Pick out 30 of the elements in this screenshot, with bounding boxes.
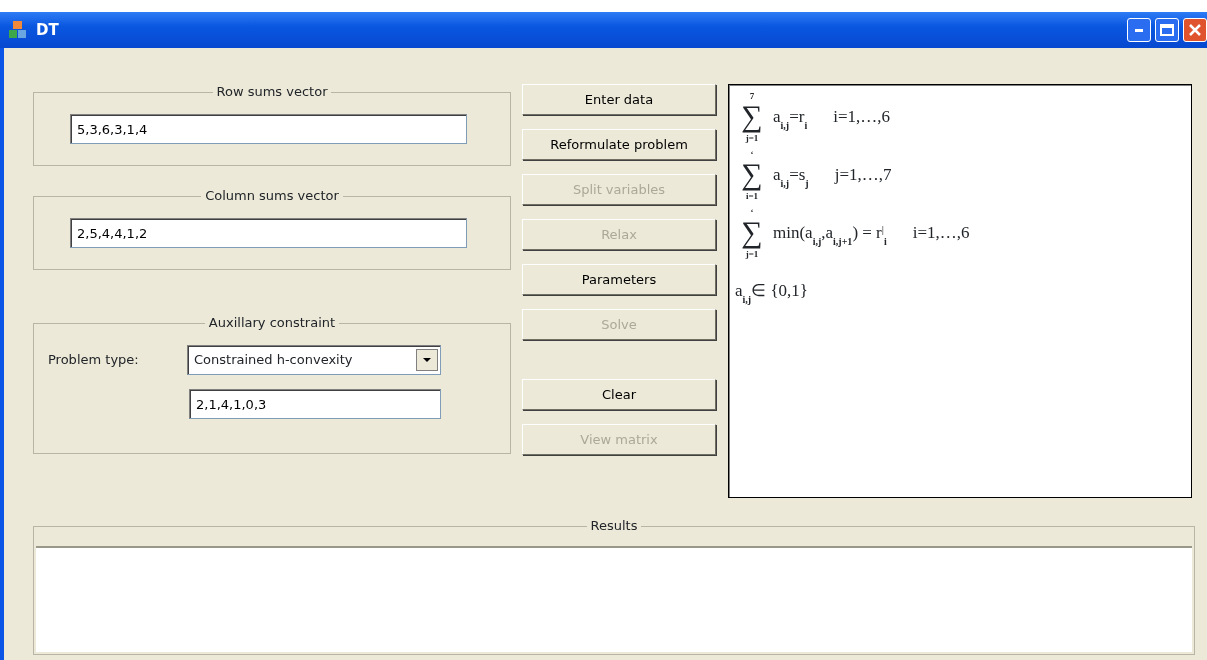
action-button[interactable]: Reformulate problem [522, 129, 716, 160]
index-range: i=1,…,6 [912, 222, 970, 245]
close-button[interactable] [1183, 18, 1207, 42]
text-field[interactable]: 2,5,4,4,1,2 [70, 218, 467, 248]
action-button[interactable]: Clear [522, 379, 716, 410]
action-button[interactable]: Parameters [522, 264, 716, 295]
text-field[interactable]: 5,3,6,3,1,4 [70, 114, 467, 144]
group-legend: Results [586, 518, 642, 534]
formula-text: a$_{i,j}$=s$_{j}$ [773, 164, 809, 188]
dropdown[interactable]: Constrained h-convexity [187, 345, 441, 375]
action-button[interactable]: Enter data [522, 84, 716, 115]
index-range: i=1,…,6 [833, 106, 890, 129]
summation-symbol: ‘ ∑ i=1 [740, 149, 764, 201]
index-range: j=1,…,7 [834, 164, 892, 187]
summation-symbol: 7 ∑ j=1 [740, 91, 764, 143]
formula-text: a$_{i,j}$=r$_{i}$ [773, 106, 808, 130]
minimize-button[interactable] [1127, 18, 1151, 42]
app-blocks-icon [8, 20, 28, 40]
window-title: DT [36, 19, 59, 41]
group-legend: Row sums vector [212, 84, 332, 100]
group-legend: Column sums vector [201, 188, 343, 204]
minimize-icon [1135, 28, 1143, 32]
close-icon [1189, 24, 1201, 36]
formula-text: a$_{i,j}$∈ {0,1} [735, 280, 808, 304]
maximize-button[interactable] [1155, 18, 1179, 42]
group-legend: Auxillary constraint [204, 315, 340, 331]
field-label: Problem type: [47, 351, 140, 370]
maximize-icon [1160, 24, 1174, 36]
summation-symbol: ‘ ∑ j=1 [740, 207, 764, 259]
text-field[interactable]: 2,1,4,1,0,3 [189, 389, 441, 419]
